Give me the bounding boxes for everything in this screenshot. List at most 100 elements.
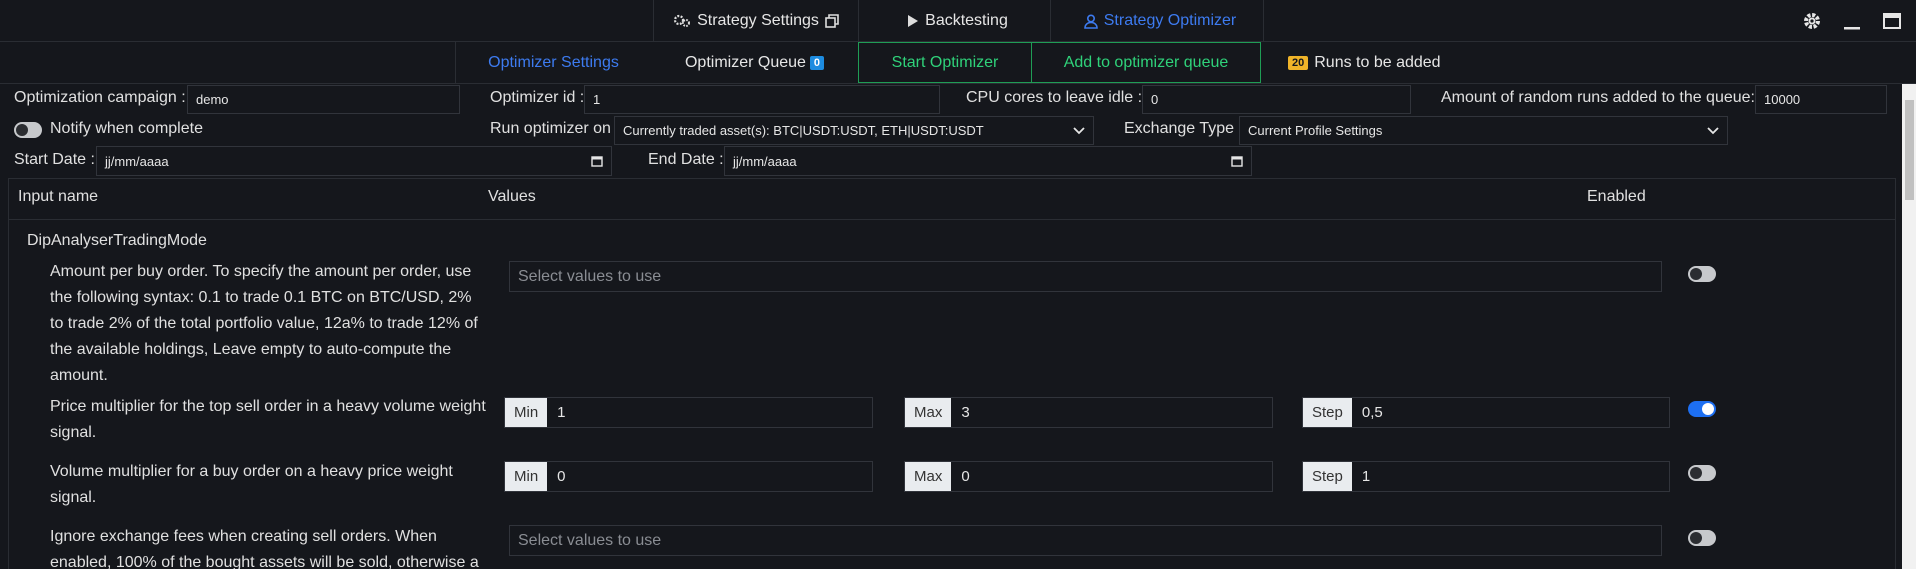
start-date-input[interactable]: jj/mm/aaaa (96, 146, 612, 176)
exchange-type-select[interactable]: Current Profile Settings (1239, 116, 1728, 145)
runs-to-be-added: 20 Runs to be added (1288, 42, 1463, 83)
row-line: enabled, 100% of the bought assets will … (50, 554, 479, 569)
step-input[interactable]: 0,5 (1351, 398, 1669, 427)
max-input-group[interactable]: Max 0 (904, 461, 1273, 492)
row-line: signal. (50, 424, 97, 441)
header-enabled: Enabled (1587, 188, 1646, 205)
random-runs-label: Amount of random runs added to the queue… (1441, 89, 1755, 106)
start-date-value: jj/mm/aaaa (105, 153, 169, 169)
step-input-group[interactable]: Step 1 (1302, 461, 1670, 492)
step-addon: Step (1303, 398, 1352, 427)
campaign-input[interactable]: demo (187, 85, 460, 114)
gear-icon (1804, 13, 1820, 29)
tab-strategy-optimizer-label: Strategy Optimizer (1103, 12, 1237, 29)
cpu-idle-label: CPU cores to leave idle : (966, 89, 1143, 106)
values-placeholder: Select values to use (518, 531, 662, 549)
exchange-type-label: Exchange Type (1124, 120, 1235, 137)
tab-optimizer-queue-label: Optimizer Queue (684, 53, 806, 71)
row-line: Volume multiplier for a buy order on a h… (50, 463, 453, 480)
min-input[interactable]: 0 (547, 462, 872, 491)
enabled-toggle[interactable] (1688, 530, 1716, 546)
runs-count-badge: 20 (1288, 55, 1309, 70)
random-runs-input[interactable]: 10000 (1755, 85, 1887, 114)
group-title: DipAnalyserTradingMode (27, 232, 207, 249)
row-line: to trade 2% of the total portfolio value… (50, 315, 478, 332)
optimizer-id-input[interactable]: 1 (584, 85, 940, 114)
cpu-idle-input[interactable]: 0 (1142, 85, 1411, 114)
row-description: Price multiplier for the top sell order … (50, 394, 500, 446)
tab-backtesting[interactable]: Backtesting (858, 0, 1050, 42)
enabled-toggle[interactable] (1688, 266, 1716, 282)
step-input-group[interactable]: Step 0,5 (1302, 397, 1670, 428)
values-multiselect[interactable]: Select values to use (509, 525, 1662, 556)
start-optimizer-button[interactable]: Start Optimizer (858, 42, 1032, 83)
values-multiselect[interactable]: Select values to use (509, 261, 1662, 292)
maximize-icon (1883, 13, 1901, 29)
window-restore-icon (825, 14, 839, 28)
max-addon: Max (905, 462, 952, 491)
add-to-queue-label: Add to optimizer queue (1063, 53, 1229, 71)
max-input-group[interactable]: Max 3 (904, 397, 1273, 428)
tab-optimizer-queue[interactable]: Optimizer Queue 0 (651, 42, 858, 83)
minimize-button[interactable] (1840, 9, 1864, 33)
tab-strategy-settings[interactable]: Strategy Settings (653, 0, 858, 42)
campaign-label: Optimization campaign : (14, 89, 186, 106)
tab-strategy-optimizer[interactable]: Strategy Optimizer (1050, 0, 1264, 42)
row-line: Amount per buy order. To specify the amo… (50, 263, 472, 280)
min-input-group[interactable]: Min 1 (504, 397, 873, 428)
min-addon: Min (505, 462, 548, 491)
start-date-label: Start Date : (14, 151, 95, 168)
tab-optimizer-settings-label: Optimizer Settings (488, 53, 619, 71)
chevron-down-icon (1073, 126, 1085, 134)
add-to-queue-button[interactable]: Add to optimizer queue (1031, 42, 1261, 83)
row-description: Amount per buy order. To specify the amo… (50, 259, 500, 389)
exchange-type-value: Current Profile Settings (1248, 123, 1383, 138)
tab-optimizer-settings[interactable]: Optimizer Settings (455, 42, 651, 83)
gears-icon (673, 14, 691, 27)
header-input-name: Input name (18, 188, 99, 205)
calendar-icon (1231, 156, 1243, 167)
row-line: signal. (50, 489, 97, 506)
row-line: the available holdings, Leave empty to a… (50, 341, 452, 358)
enabled-toggle[interactable] (1688, 465, 1716, 481)
calendar-icon (591, 156, 603, 167)
tab-strategy-settings-label: Strategy Settings (697, 12, 819, 29)
row-line: the following syntax: 0.1 to trade 0.1 B… (50, 289, 472, 306)
max-addon: Max (905, 398, 952, 427)
row-description: Ignore exchange fees when creating sell … (50, 524, 500, 569)
row-description: Volume multiplier for a buy order on a h… (50, 459, 500, 511)
max-input[interactable]: 3 (951, 398, 1272, 427)
min-input-group[interactable]: Min 0 (504, 461, 873, 492)
notify-label: Notify when complete (50, 120, 203, 137)
maximize-button[interactable] (1880, 9, 1904, 33)
end-date-input[interactable]: jj/mm/aaaa (724, 146, 1252, 176)
notify-toggle[interactable] (14, 122, 42, 138)
end-date-value: jj/mm/aaaa (733, 153, 797, 169)
row-line: amount. (50, 367, 108, 384)
run-on-value: Currently traded asset(s): BTC|USDT:USDT… (623, 123, 984, 138)
min-input[interactable]: 1 (547, 398, 872, 427)
row-line: Price multiplier for the top sell order … (50, 398, 486, 415)
enabled-toggle[interactable] (1688, 401, 1716, 417)
settings-gear-button[interactable] (1800, 9, 1824, 33)
tab-backtesting-label: Backtesting (925, 12, 1008, 29)
runs-to-be-added-label: Runs to be added (1314, 53, 1441, 71)
scrollbar-thumb[interactable] (1905, 100, 1914, 200)
max-input[interactable]: 0 (951, 462, 1272, 491)
chevron-down-icon (1707, 126, 1719, 134)
play-icon (908, 15, 919, 27)
queue-count-badge: 0 (809, 55, 825, 70)
run-on-select[interactable]: Currently traded asset(s): BTC|USDT:USDT… (614, 116, 1094, 145)
values-placeholder: Select values to use (518, 267, 662, 285)
step-input[interactable]: 1 (1351, 462, 1669, 491)
optimizer-id-label: Optimizer id : (490, 89, 585, 106)
run-on-label: Run optimizer on (490, 120, 611, 137)
row-line: Ignore exchange fees when creating sell … (50, 528, 437, 545)
user-icon (1083, 13, 1098, 29)
minimize-icon (1844, 27, 1860, 30)
min-addon: Min (505, 398, 548, 427)
header-values: Values (488, 188, 536, 205)
step-addon: Step (1303, 462, 1352, 491)
end-date-label: End Date : (648, 151, 724, 168)
start-optimizer-label: Start Optimizer (891, 53, 999, 71)
